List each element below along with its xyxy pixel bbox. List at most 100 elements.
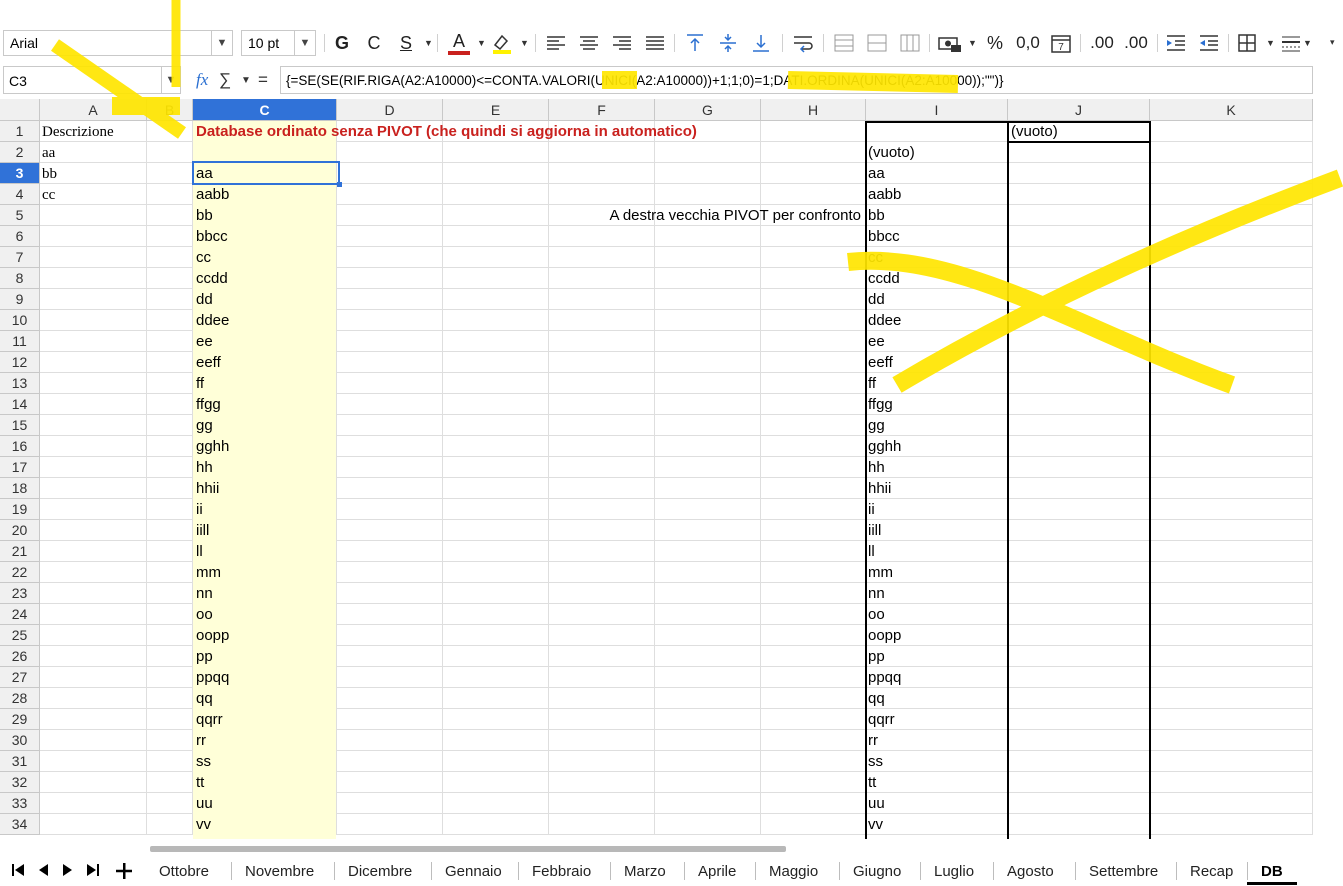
row-header-4[interactable]: 4 (0, 184, 40, 205)
delete-decimal-button[interactable]: .00 (1122, 31, 1150, 55)
cell-i17[interactable]: hh (866, 457, 885, 478)
cell-i29[interactable]: qqrr (866, 709, 895, 730)
cell-c11[interactable]: ee (194, 331, 213, 352)
cell-c30[interactable]: rr (194, 730, 206, 751)
unmerge-cells-icon[interactable] (899, 31, 921, 55)
border-style-icon[interactable] (1280, 31, 1302, 55)
cell-c33[interactable]: uu (194, 793, 213, 814)
sum-icon[interactable]: ∑ (219, 70, 231, 90)
cell-i22[interactable]: mm (866, 562, 893, 583)
row-header-21[interactable]: 21 (0, 541, 40, 562)
chevron-down-icon[interactable]: ▾ (1330, 30, 1335, 54)
sheet-tab-luglio[interactable]: Luglio (934, 863, 974, 880)
cell-c24[interactable]: oo (194, 604, 213, 625)
fill-handle[interactable] (337, 182, 342, 187)
cell-c14[interactable]: ffgg (194, 394, 221, 415)
add-decimal-button[interactable]: .00 (1088, 31, 1116, 55)
cell-c22[interactable]: mm (194, 562, 221, 583)
cell-c6[interactable]: bbcc (194, 226, 228, 247)
cell-c32[interactable]: tt (194, 772, 204, 793)
cell-c21[interactable]: ll (194, 541, 203, 562)
row-header-20[interactable]: 20 (0, 520, 40, 541)
cell-i3[interactable]: aa (866, 163, 885, 184)
font-name-combo[interactable]: Arial ▼ (3, 30, 233, 56)
cell-i10[interactable]: ddee (866, 310, 901, 331)
currency-format-icon[interactable] (937, 31, 963, 55)
cell-c10[interactable]: ddee (194, 310, 229, 331)
bold-button[interactable]: G (332, 31, 352, 55)
cell-c12[interactable]: eeff (194, 352, 221, 373)
column-header-b[interactable]: B (147, 99, 193, 121)
row-header-8[interactable]: 8 (0, 268, 40, 289)
justify-icon[interactable] (644, 31, 666, 55)
cell-c34[interactable]: vv (194, 814, 211, 835)
cell-i11[interactable]: ee (866, 331, 885, 352)
cell-i14[interactable]: ffgg (866, 394, 893, 415)
cell-c5[interactable]: bb (194, 205, 213, 226)
cell-c8[interactable]: ccdd (194, 268, 228, 289)
row-header-32[interactable]: 32 (0, 772, 40, 793)
row-header-33[interactable]: 33 (0, 793, 40, 814)
sheet-tab-ottobre[interactable]: Ottobre (159, 863, 209, 880)
column-header-k[interactable]: K (1150, 99, 1313, 121)
row-header-10[interactable]: 10 (0, 310, 40, 331)
column-header-j[interactable]: J (1008, 99, 1150, 121)
column-header-c[interactable]: C (193, 99, 337, 121)
sheet-tab-novembre[interactable]: Novembre (245, 863, 314, 880)
column-header-d[interactable]: D (337, 99, 443, 121)
cell-c16[interactable]: gghh (194, 436, 229, 457)
cell-i28[interactable]: qq (866, 688, 885, 709)
sheet-tab-settembre[interactable]: Settembre (1089, 863, 1158, 880)
sheet-tab-recap[interactable]: Recap (1190, 863, 1233, 880)
name-box[interactable]: C3 ▼ (3, 66, 181, 94)
cell-a1[interactable]: Descrizione (40, 121, 114, 142)
column-header-a[interactable]: A (40, 99, 147, 121)
align-center-icon[interactable] (578, 31, 600, 55)
cell-c15[interactable]: gg (194, 415, 213, 436)
cell-c19[interactable]: ii (194, 499, 203, 520)
chevron-down-icon[interactable]: ▼ (1266, 31, 1275, 55)
chevron-down-icon[interactable]: ▼ (424, 31, 433, 55)
cell-i34[interactable]: vv (866, 814, 883, 835)
formula-input[interactable]: {=SE(SE(RIF.RIGA(A2:A10000)<=CONTA.VALOR… (280, 66, 1313, 94)
row-header-27[interactable]: 27 (0, 667, 40, 688)
chevron-down-icon[interactable]: ▼ (968, 31, 977, 55)
cell-i6[interactable]: bbcc (866, 226, 900, 247)
row-header-6[interactable]: 6 (0, 226, 40, 247)
spreadsheet-grid[interactable]: ABCDEFGHIJK 1 2 3 4 5 6 7 8 9 10 11 12 13 14 15 16 17 18 1… (0, 99, 1313, 839)
cell-i2[interactable]: (vuoto) (866, 142, 915, 163)
row-header-29[interactable]: 29 (0, 709, 40, 730)
row-header-22[interactable]: 22 (0, 562, 40, 583)
cell-a3[interactable]: bb (40, 163, 57, 184)
row-header-9[interactable]: 9 (0, 289, 40, 310)
cell-i26[interactable]: pp (866, 646, 885, 667)
align-right-icon[interactable] (611, 31, 633, 55)
cell-a2[interactable]: aa (40, 142, 55, 163)
cell-i31[interactable]: ss (866, 751, 883, 772)
highlight-icon[interactable] (490, 31, 514, 55)
cell-c20[interactable]: iill (194, 520, 209, 541)
cell-c18[interactable]: hhii (194, 478, 219, 499)
cell-i7[interactable]: cc (866, 247, 883, 268)
cell-i19[interactable]: ii (866, 499, 875, 520)
row-header-16[interactable]: 16 (0, 436, 40, 457)
sheet-tab-febbraio[interactable]: Febbraio (532, 863, 591, 880)
row-header-1[interactable]: 1 (0, 121, 40, 142)
chevron-down-icon[interactable]: ▼ (477, 31, 486, 55)
cell-i9[interactable]: dd (866, 289, 885, 310)
row-header-17[interactable]: 17 (0, 457, 40, 478)
row-header-2[interactable]: 2 (0, 142, 40, 163)
cell-c9[interactable]: dd (194, 289, 213, 310)
horizontal-scrollbar[interactable] (150, 846, 786, 852)
cell-f5-note[interactable]: A destra vecchia PIVOT per confronto (607, 205, 861, 226)
first-sheet-icon[interactable] (11, 862, 25, 883)
cell-i32[interactable]: tt (866, 772, 876, 793)
cell-i12[interactable]: eeff (866, 352, 893, 373)
row-header-7[interactable]: 7 (0, 247, 40, 268)
cell-c31[interactable]: ss (194, 751, 211, 772)
cell-c7[interactable]: cc (194, 247, 211, 268)
row-header-23[interactable]: 23 (0, 583, 40, 604)
sheet-tab-marzo[interactable]: Marzo (624, 863, 666, 880)
merge-center-icon[interactable] (866, 31, 888, 55)
increase-indent-icon[interactable] (1165, 31, 1187, 55)
